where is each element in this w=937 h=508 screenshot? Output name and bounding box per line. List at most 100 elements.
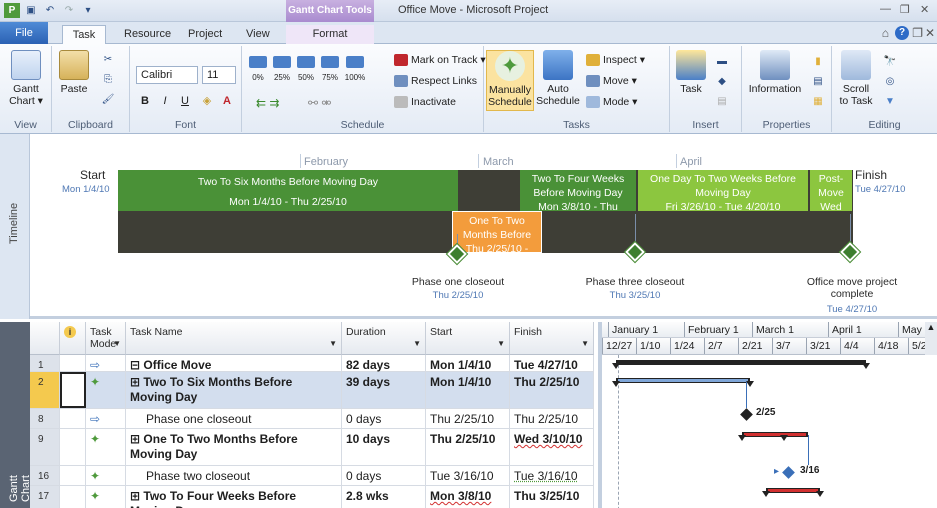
font-size-field[interactable]: 11 bbox=[202, 66, 236, 84]
pct-100-button[interactable]: 100% bbox=[344, 56, 366, 84]
table-row[interactable]: 8 ⇨ Phase one closeout 0 days Thu 2/25/1… bbox=[30, 409, 594, 429]
move-button[interactable]: Move ▾ bbox=[586, 75, 637, 87]
pct-0-button[interactable]: 0% bbox=[248, 56, 268, 84]
timeline-bar-two-to-six-months[interactable]: Two To Six Months Before Moving Day Mon … bbox=[118, 170, 458, 211]
tab-format[interactable]: Format bbox=[286, 25, 374, 44]
duration-cell[interactable]: 2.8 wks bbox=[342, 486, 426, 508]
minimize-ribbon-icon[interactable]: ⌂ bbox=[882, 26, 889, 40]
header-indicators[interactable]: i bbox=[60, 322, 86, 355]
finish-cell[interactable]: Thu 2/25/10 bbox=[510, 372, 594, 408]
task-bar-one-to-two-months[interactable] bbox=[744, 433, 806, 436]
dropdown-arrow-icon[interactable]: ▼ bbox=[581, 339, 589, 348]
auto-schedule-button[interactable]: Auto Schedule bbox=[536, 50, 580, 107]
expand-icon[interactable]: ⊞ bbox=[130, 489, 140, 503]
finish-cell[interactable]: Tue 4/27/10 bbox=[510, 355, 594, 372]
dropdown-arrow-icon[interactable]: ▼ bbox=[497, 339, 505, 348]
link-unlink-buttons[interactable]: ⚯ ⚮ bbox=[308, 96, 331, 110]
information-button[interactable]: Information bbox=[744, 50, 806, 95]
restore-icon[interactable]: ❐ bbox=[900, 3, 910, 16]
pct-75-button[interactable]: 75% bbox=[320, 56, 340, 84]
duration-cell[interactable]: 82 days bbox=[342, 355, 426, 372]
task-name-cell[interactable]: ⊞ Two To Six Months Before Moving Day bbox=[126, 372, 342, 408]
dropdown-arrow-icon[interactable]: ▼ bbox=[113, 339, 121, 348]
tab-resource[interactable]: Resource bbox=[116, 25, 179, 44]
task-grid[interactable]: i Task Mode ▼ Task Name ▼ Duration ▼ Start ▼… bbox=[30, 322, 594, 508]
scroll-to-task-button[interactable]: Scroll to Task bbox=[834, 50, 878, 107]
fill-icon[interactable]: ▼ bbox=[882, 94, 898, 109]
clear-icon[interactable]: ◎ bbox=[882, 74, 898, 89]
font-color-icon[interactable]: A bbox=[218, 92, 236, 110]
task-name-cell[interactable]: Phase two closeout bbox=[126, 466, 342, 485]
finish-cell[interactable]: Tue 3/16/10 bbox=[510, 466, 594, 485]
gantt-chart-button[interactable]: Gantt Chart ▾ bbox=[4, 50, 48, 107]
font-name-field[interactable]: Calibri bbox=[136, 66, 198, 84]
dropdown-arrow-icon[interactable]: ▼ bbox=[329, 339, 337, 348]
tab-file[interactable]: File bbox=[0, 22, 48, 44]
underline-button[interactable]: U bbox=[176, 92, 194, 110]
cut-icon[interactable]: ✂ bbox=[100, 52, 116, 67]
minimize-icon[interactable]: — bbox=[880, 3, 891, 15]
tab-project[interactable]: Project bbox=[180, 25, 230, 44]
timeline-bar-two-to-four-weeks[interactable]: Two To Four Weeks Before Moving Day Mon … bbox=[520, 170, 636, 211]
header-task-mode[interactable]: Task Mode ▼ bbox=[86, 322, 126, 355]
duration-cell[interactable]: 10 days bbox=[342, 429, 426, 465]
summary-bar-office-move[interactable] bbox=[616, 360, 866, 365]
project-app-icon[interactable]: P bbox=[4, 3, 20, 18]
manually-schedule-button[interactable]: ✦ Manually Schedule bbox=[486, 50, 534, 111]
table-row[interactable]: 9 ✦ ⊞ One To Two Months Before Moving Da… bbox=[30, 429, 594, 466]
table-row[interactable]: 2 ✦ ⊞ Two To Six Months Before Moving Da… bbox=[30, 372, 594, 409]
table-row[interactable]: 1 ⇨ ⊟ Office Move 82 days Mon 1/4/10 Tue… bbox=[30, 355, 594, 372]
gantt-chart-area[interactable]: January 1 February 1 March 1 April 1 May… bbox=[598, 322, 937, 508]
details-icon[interactable]: ▤ bbox=[810, 74, 826, 89]
outdent-indent-buttons[interactable]: ⇇ ⇉ bbox=[256, 96, 279, 110]
task-bar-two-to-four-weeks[interactable] bbox=[768, 489, 818, 492]
dropdown-arrow-icon[interactable]: ▼ bbox=[413, 339, 421, 348]
tab-task[interactable]: Task bbox=[62, 25, 106, 44]
header-row-id[interactable] bbox=[30, 322, 60, 355]
table-row[interactable]: 17 ✦ ⊞ Two To Four Weeks Before Moving D… bbox=[30, 486, 594, 508]
pct-50-button[interactable]: 50% bbox=[296, 56, 316, 84]
undo-icon[interactable]: ↶ bbox=[42, 3, 58, 18]
timeline-pane[interactable]: Timeline February March April Start Mon … bbox=[0, 134, 937, 319]
summary-icon[interactable]: ▬ bbox=[714, 54, 730, 69]
task-name-cell[interactable]: Phase one closeout bbox=[126, 409, 342, 428]
expand-icon[interactable]: ⊞ bbox=[130, 375, 140, 389]
close-doc-icon[interactable]: ✕ bbox=[925, 26, 935, 40]
indicator-cell[interactable] bbox=[60, 372, 86, 408]
start-cell[interactable]: Thu 2/25/10 bbox=[426, 429, 510, 465]
customize-qat-icon[interactable]: ▾ bbox=[80, 3, 96, 18]
finish-cell[interactable]: Thu 2/25/10 bbox=[510, 409, 594, 428]
close-icon[interactable]: ✕ bbox=[920, 3, 929, 16]
tab-view[interactable]: View bbox=[238, 25, 278, 44]
start-cell[interactable]: Mon 1/4/10 bbox=[426, 355, 510, 372]
copy-icon[interactable]: ⎘ bbox=[100, 72, 116, 87]
milestone-phase-two-closeout[interactable] bbox=[782, 466, 795, 479]
table-row[interactable]: 16 ✦ Phase two closeout 0 days Tue 3/16/… bbox=[30, 466, 594, 486]
milestone-icon[interactable]: ◆ bbox=[714, 74, 730, 89]
start-cell[interactable]: Mon 3/8/10 bbox=[426, 486, 510, 508]
collapse-icon[interactable]: ⊟ bbox=[130, 358, 140, 372]
duration-cell[interactable]: 39 days bbox=[342, 372, 426, 408]
finish-cell[interactable]: Wed 3/10/10 bbox=[510, 429, 594, 465]
respect-links-button[interactable]: Respect Links bbox=[394, 75, 477, 87]
inspect-button[interactable]: Inspect ▾ bbox=[586, 54, 645, 66]
inactivate-button[interactable]: Inactivate bbox=[394, 96, 456, 108]
mode-button[interactable]: Mode ▾ bbox=[586, 96, 637, 108]
expand-icon[interactable]: ⊞ bbox=[130, 432, 140, 446]
restore-window-icon[interactable]: ❐ bbox=[912, 26, 923, 40]
header-duration[interactable]: Duration ▼ bbox=[342, 322, 426, 355]
header-task-name[interactable]: Task Name ▼ bbox=[126, 322, 342, 355]
bold-button[interactable]: B bbox=[136, 92, 154, 110]
format-painter-icon[interactable]: 🖌 bbox=[100, 92, 116, 107]
fill-color-icon[interactable]: ◈ bbox=[198, 92, 216, 110]
finish-cell[interactable]: Thu 3/25/10 bbox=[510, 486, 594, 508]
italic-button[interactable]: I bbox=[156, 92, 174, 110]
find-icon[interactable]: 🔭 bbox=[882, 54, 898, 69]
task-name-cell[interactable]: ⊞ One To Two Months Before Moving Day bbox=[126, 429, 342, 465]
help-icon[interactable]: ? bbox=[895, 26, 909, 40]
task-bar-two-to-six-months[interactable] bbox=[618, 379, 748, 382]
duration-cell[interactable]: 0 days bbox=[342, 409, 426, 428]
scrollbar-up-icon[interactable]: ▲ bbox=[925, 322, 937, 355]
redo-icon[interactable]: ↷ bbox=[61, 3, 77, 18]
insert-task-button[interactable]: Task bbox=[674, 50, 708, 95]
